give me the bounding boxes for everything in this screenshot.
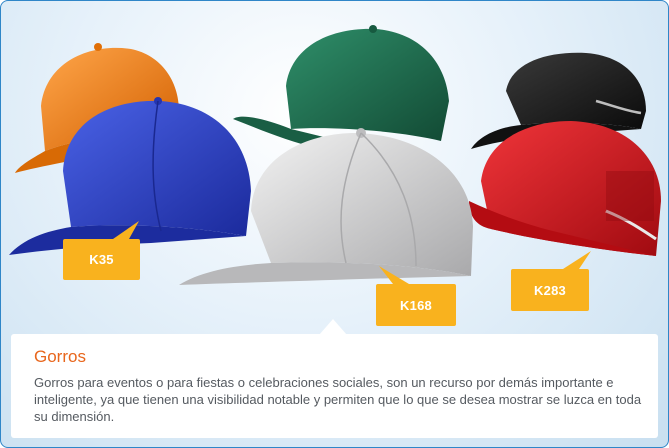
product-tag-k283[interactable]: K283	[511, 269, 589, 311]
product-banner: K35 K168 K283 Gorros Gorros para eventos…	[0, 0, 669, 448]
info-panel-pointer	[319, 319, 347, 335]
info-title: Gorros	[34, 347, 86, 366]
tag-pointer-k283	[563, 251, 591, 269]
product-tag-k168[interactable]: K168	[376, 284, 456, 326]
info-description: Gorros para eventos o para fiestas o cel…	[34, 375, 642, 424]
baseball-cap-green-icon	[233, 25, 449, 151]
product-tag-k35[interactable]: K35	[63, 239, 140, 280]
info-panel: Gorros Gorros para eventos o para fiesta…	[11, 334, 658, 438]
